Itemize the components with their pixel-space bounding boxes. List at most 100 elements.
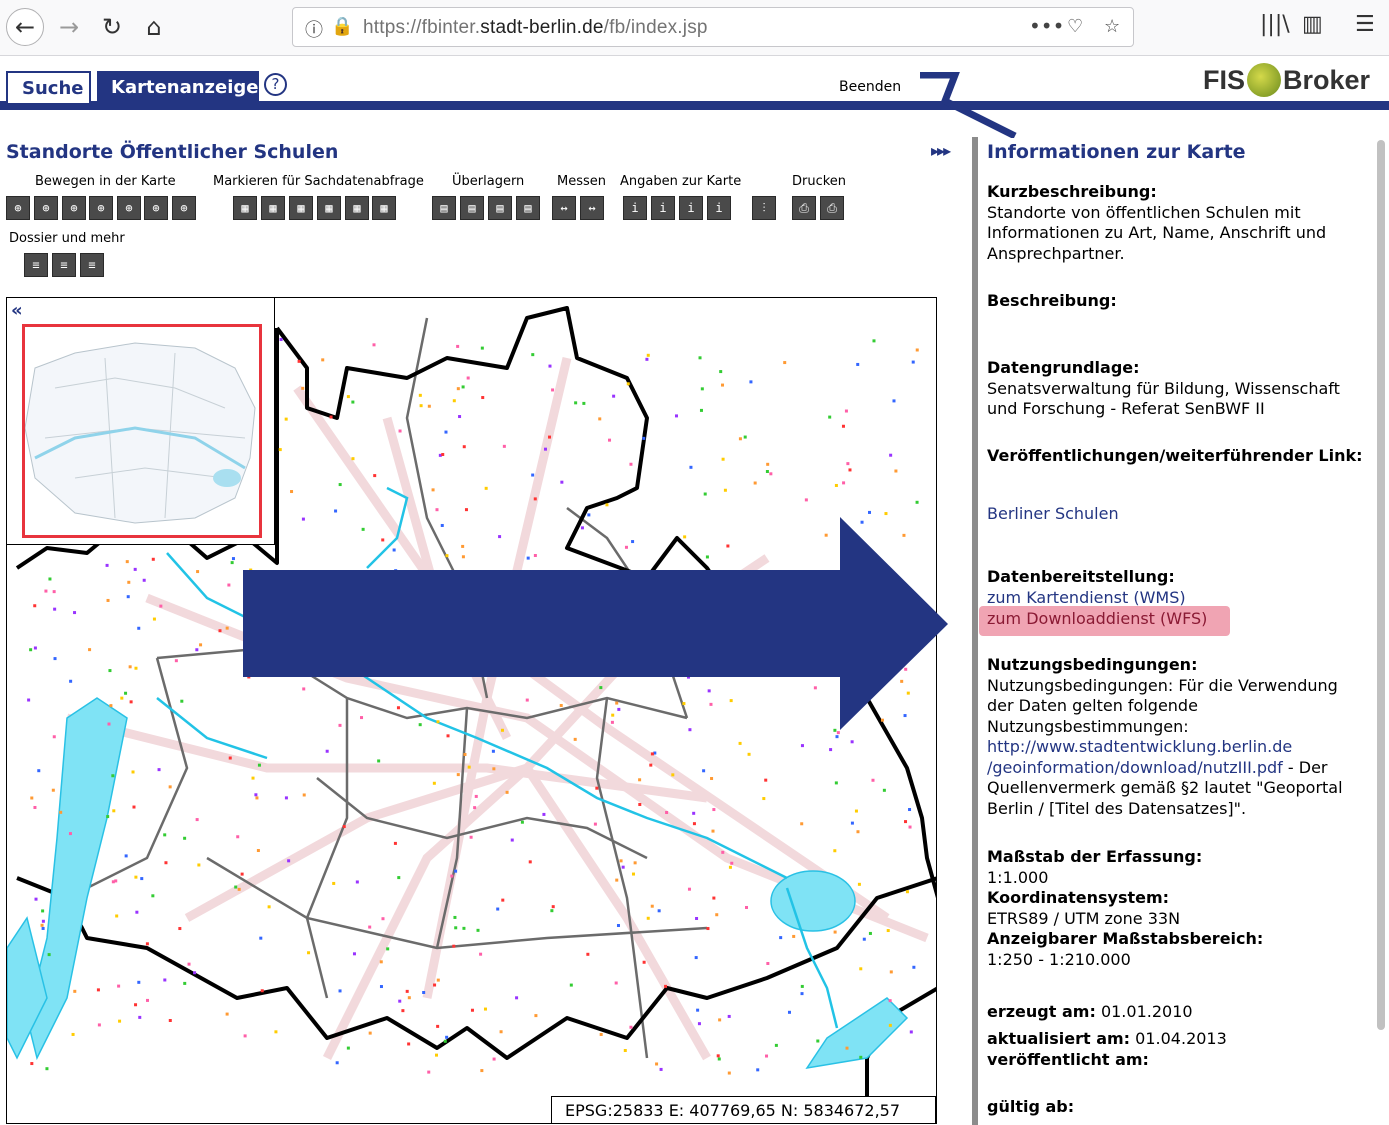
school-marker[interactable]	[351, 400, 355, 404]
school-marker[interactable]	[183, 981, 187, 985]
school-marker[interactable]	[381, 917, 385, 921]
school-marker[interactable]	[462, 926, 466, 930]
measure-tool-icon[interactable]: ↔	[552, 196, 576, 220]
school-marker[interactable]	[256, 849, 260, 853]
school-marker[interactable]	[560, 480, 564, 484]
school-marker[interactable]	[183, 836, 187, 840]
school-marker[interactable]	[766, 462, 770, 466]
school-marker[interactable]	[882, 788, 886, 792]
school-marker[interactable]	[631, 872, 635, 876]
school-marker[interactable]	[48, 577, 52, 581]
school-marker[interactable]	[484, 486, 488, 490]
school-marker[interactable]	[633, 861, 637, 865]
school-marker[interactable]	[889, 453, 893, 457]
school-marker[interactable]	[30, 1062, 34, 1066]
overview-toggle-icon[interactable]: «	[11, 300, 23, 321]
school-marker[interactable]	[474, 794, 478, 798]
school-marker[interactable]	[456, 387, 460, 391]
school-marker[interactable]	[501, 898, 505, 902]
terms-pdf-link[interactable]: http://www.stadtentwicklung.berlin.de/ge…	[987, 737, 1292, 777]
school-marker[interactable]	[738, 437, 742, 441]
school-marker[interactable]	[792, 934, 796, 938]
school-marker[interactable]	[712, 808, 716, 812]
school-marker[interactable]	[287, 859, 291, 863]
school-marker[interactable]	[888, 999, 892, 1003]
school-marker[interactable]	[868, 510, 872, 514]
school-marker[interactable]	[721, 383, 725, 387]
school-marker[interactable]	[435, 508, 439, 512]
school-marker[interactable]	[274, 1030, 278, 1034]
school-marker[interactable]	[436, 1024, 440, 1028]
school-marker[interactable]	[145, 942, 149, 946]
school-marker[interactable]	[721, 850, 725, 854]
school-marker[interactable]	[480, 346, 484, 350]
school-marker[interactable]	[197, 863, 201, 867]
school-marker[interactable]	[45, 1067, 49, 1071]
school-marker[interactable]	[695, 916, 699, 920]
school-marker[interactable]	[368, 925, 372, 929]
school-marker[interactable]	[461, 385, 465, 389]
school-marker[interactable]	[127, 580, 131, 584]
school-marker[interactable]	[888, 1023, 892, 1027]
school-marker[interactable]	[234, 885, 238, 889]
school-marker[interactable]	[178, 927, 182, 931]
school-marker[interactable]	[41, 919, 45, 923]
school-marker[interactable]	[629, 462, 633, 466]
school-marker[interactable]	[142, 578, 146, 582]
school-marker[interactable]	[717, 1057, 721, 1061]
school-marker[interactable]	[164, 861, 168, 865]
school-marker[interactable]	[51, 788, 55, 792]
school-marker[interactable]	[715, 913, 719, 917]
school-marker[interactable]	[886, 929, 890, 933]
school-marker[interactable]	[334, 509, 338, 513]
map-info-tool-icon[interactable]: i	[651, 196, 675, 220]
school-marker[interactable]	[227, 583, 231, 587]
school-marker[interactable]	[225, 626, 229, 630]
school-marker[interactable]	[446, 734, 450, 738]
school-marker[interactable]	[816, 1039, 820, 1043]
school-marker[interactable]	[301, 386, 305, 390]
school-marker[interactable]	[841, 424, 845, 428]
school-marker[interactable]	[454, 926, 458, 930]
school-marker[interactable]	[480, 1069, 484, 1073]
school-marker[interactable]	[612, 394, 616, 398]
school-marker[interactable]	[774, 1043, 778, 1047]
school-marker[interactable]	[534, 1014, 538, 1018]
school-marker[interactable]	[133, 567, 137, 571]
school-marker[interactable]	[550, 909, 554, 913]
school-marker[interactable]	[711, 829, 715, 833]
school-marker[interactable]	[422, 991, 426, 995]
school-marker[interactable]	[115, 914, 119, 918]
school-marker[interactable]	[260, 989, 264, 993]
school-marker[interactable]	[34, 897, 38, 901]
select-tool-icon[interactable]: ▦	[317, 196, 341, 220]
school-marker[interactable]	[859, 1055, 863, 1059]
home-icon[interactable]: ⌂	[135, 8, 173, 46]
school-marker[interactable]	[152, 617, 156, 621]
school-marker[interactable]	[379, 985, 383, 989]
school-marker[interactable]	[128, 665, 132, 669]
school-marker[interactable]	[436, 978, 440, 982]
school-marker[interactable]	[174, 659, 178, 663]
school-marker[interactable]	[765, 470, 769, 474]
school-marker[interactable]	[433, 983, 437, 987]
school-marker[interactable]	[800, 984, 804, 988]
school-marker[interactable]	[800, 822, 804, 826]
school-marker[interactable]	[520, 820, 524, 824]
school-marker[interactable]	[842, 481, 846, 485]
school-marker[interactable]	[325, 749, 329, 753]
school-marker[interactable]	[595, 786, 599, 790]
school-marker[interactable]	[431, 488, 435, 492]
school-marker[interactable]	[884, 512, 888, 516]
select-tool-icon[interactable]: ▦	[372, 196, 396, 220]
school-marker[interactable]	[787, 1010, 791, 1014]
school-marker[interactable]	[163, 833, 167, 837]
school-marker[interactable]	[766, 961, 770, 965]
school-marker[interactable]	[738, 741, 742, 745]
school-marker[interactable]	[764, 778, 768, 782]
school-marker[interactable]	[193, 971, 197, 975]
school-marker[interactable]	[401, 1009, 405, 1013]
school-marker[interactable]	[671, 773, 675, 777]
school-marker[interactable]	[868, 931, 872, 935]
school-marker[interactable]	[762, 797, 766, 801]
